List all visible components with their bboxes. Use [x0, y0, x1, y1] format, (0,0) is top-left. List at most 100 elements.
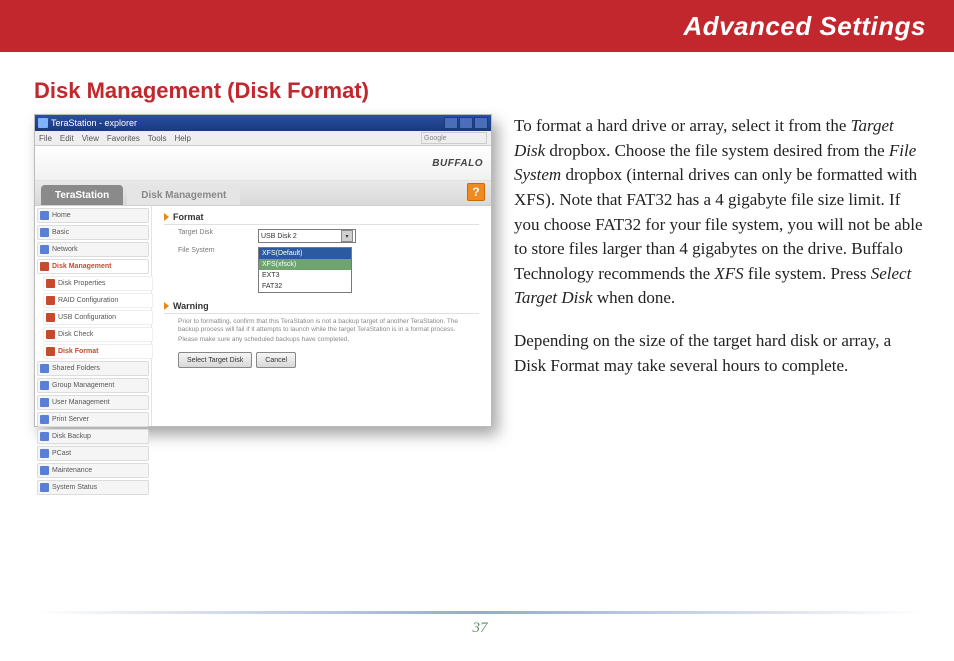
help-icon[interactable]: ?: [467, 183, 485, 201]
footer-rule: [34, 611, 926, 614]
folder-icon: [40, 466, 49, 475]
disk-icon: [40, 262, 49, 271]
sidebar-item-disk-management[interactable]: Disk Management: [37, 259, 149, 274]
sidebar-item-usb-config[interactable]: USB Configuration: [43, 310, 153, 325]
sidebar-item-system-status[interactable]: System Status: [37, 480, 149, 495]
file-system-label: File System: [178, 247, 258, 254]
arrow-icon: [164, 302, 169, 310]
warning-text-2: Please make sure any scheduled backups h…: [178, 336, 479, 344]
sidebar-item-disk-format[interactable]: Disk Format: [43, 344, 153, 359]
folder-icon: [40, 398, 49, 407]
sidebar-item-group-management[interactable]: Group Management: [37, 378, 149, 393]
minimize-button[interactable]: [444, 117, 458, 129]
section-warning-label: Warning: [173, 301, 209, 311]
row-target-disk: Target Disk USB Disk 2 ▾: [178, 229, 479, 243]
breadcrumb-disk-management: Disk Management: [127, 185, 240, 205]
menu-file[interactable]: File: [39, 134, 52, 143]
sidebar-item-label: Shared Folders: [52, 365, 100, 372]
screenshot-frame: TeraStation - explorer File Edit View Fa…: [34, 114, 492, 427]
target-disk-value: USB Disk 2: [261, 233, 297, 240]
sidebar-item-basic[interactable]: Basic: [37, 225, 149, 240]
sidebar-item-label: User Management: [52, 399, 110, 406]
text: when done.: [593, 288, 676, 307]
menu-help[interactable]: Help: [174, 134, 190, 143]
select-target-disk-button[interactable]: Select Target Disk: [178, 352, 252, 368]
folder-icon: [40, 364, 49, 373]
tab-terastation[interactable]: TeraStation: [41, 185, 123, 205]
app-body: Home Basic Network Disk Management Disk …: [35, 206, 491, 426]
warning-text-1: Prior to formatting, confirm that this T…: [178, 318, 479, 334]
banner-title: Advanced Settings: [683, 11, 926, 42]
sidebar-item-user-management[interactable]: User Management: [37, 395, 149, 410]
button-row: Select Target Disk Cancel: [178, 352, 479, 368]
folder-icon: [40, 449, 49, 458]
sidebar-item-maintenance[interactable]: Maintenance: [37, 463, 149, 478]
folder-icon: [40, 245, 49, 254]
disk-icon: [46, 330, 55, 339]
folder-icon: [40, 415, 49, 424]
window-title: TeraStation - explorer: [51, 118, 137, 128]
sidebar-item-disk-backup[interactable]: Disk Backup: [37, 429, 149, 444]
menu-edit[interactable]: Edit: [60, 134, 74, 143]
target-disk-select[interactable]: USB Disk 2 ▾: [258, 229, 356, 243]
menu-view[interactable]: View: [82, 134, 99, 143]
content-row: TeraStation - explorer File Edit View Fa…: [0, 114, 954, 427]
menu-bar: File Edit View Favorites Tools Help Goog…: [35, 131, 491, 146]
text: dropbox. Choose the file system desired …: [545, 141, 889, 160]
sidebar-item-print-server[interactable]: Print Server: [37, 412, 149, 427]
folder-icon: [40, 381, 49, 390]
disk-icon: [46, 313, 55, 322]
folder-icon: [40, 432, 49, 441]
sidebar-item-raid-config[interactable]: RAID Configuration: [43, 293, 153, 308]
sidebar-item-label: PCast: [52, 450, 71, 457]
page-number: 37: [34, 620, 926, 637]
menu-favorites[interactable]: Favorites: [107, 134, 140, 143]
fs-option-fat32[interactable]: FAT32: [259, 281, 351, 292]
sidebar-item-network[interactable]: Network: [37, 242, 149, 257]
page-footer: 37: [34, 611, 926, 637]
sidebar-item-home[interactable]: Home: [37, 208, 149, 223]
main-pane: Format Target Disk USB Disk 2 ▾ File Sys…: [152, 206, 491, 426]
sidebar-item-disk-check[interactable]: Disk Check: [43, 327, 153, 342]
cancel-button[interactable]: Cancel: [256, 352, 296, 368]
close-button[interactable]: [474, 117, 488, 129]
sidebar-item-label: Home: [52, 212, 71, 219]
sidebar-item-label: USB Configuration: [58, 314, 116, 321]
sidebar-item-label: Group Management: [52, 382, 114, 389]
sidebar-item-pcast[interactable]: PCast: [37, 446, 149, 461]
sidebar-item-shared-folders[interactable]: Shared Folders: [37, 361, 149, 376]
sidebar-item-label: Disk Management: [52, 263, 112, 270]
window-titlebar: TeraStation - explorer: [35, 115, 491, 131]
disk-icon: [46, 347, 55, 356]
brand-bar: BUFFALO: [35, 146, 491, 181]
sidebar-item-label: Disk Backup: [52, 433, 91, 440]
search-box[interactable]: Google: [421, 132, 487, 144]
text: file system. Press: [744, 264, 871, 283]
emphasis-xfs: XFS: [714, 264, 743, 283]
sidebar-item-label: Basic: [52, 229, 69, 236]
disk-icon: [46, 279, 55, 288]
body-text: To format a hard drive or array, select …: [514, 114, 926, 427]
folder-icon: [40, 211, 49, 220]
sidebar-item-label: Network: [52, 246, 78, 253]
section-format-header: Format: [164, 212, 479, 225]
fs-option-xfs-xfsck[interactable]: XFS(xfsck): [259, 259, 351, 270]
row-file-system: File System XFS(Default) XFS(xfsck) EXT3…: [178, 247, 479, 293]
app-icon: [38, 118, 48, 128]
sidebar: Home Basic Network Disk Management Disk …: [35, 206, 152, 426]
section-warning-header: Warning: [164, 301, 479, 314]
section-format-label: Format: [173, 212, 204, 222]
fs-option-xfs-default[interactable]: XFS(Default): [259, 248, 351, 259]
menu-tools[interactable]: Tools: [148, 134, 167, 143]
tab-row: TeraStation Disk Management ?: [35, 181, 491, 206]
file-system-select[interactable]: XFS(Default) XFS(xfsck) EXT3 FAT32: [258, 247, 352, 293]
sidebar-item-disk-properties[interactable]: Disk Properties: [43, 276, 153, 291]
text: To format a hard drive or array, select …: [514, 116, 851, 135]
sidebar-item-label: Disk Check: [58, 331, 93, 338]
folder-icon: [40, 483, 49, 492]
section-title: Disk Management (Disk Format): [34, 78, 954, 104]
fs-option-ext3[interactable]: EXT3: [259, 270, 351, 281]
sidebar-item-label: Print Server: [52, 416, 89, 423]
maximize-button[interactable]: [459, 117, 473, 129]
sidebar-item-label: Disk Properties: [58, 280, 105, 287]
